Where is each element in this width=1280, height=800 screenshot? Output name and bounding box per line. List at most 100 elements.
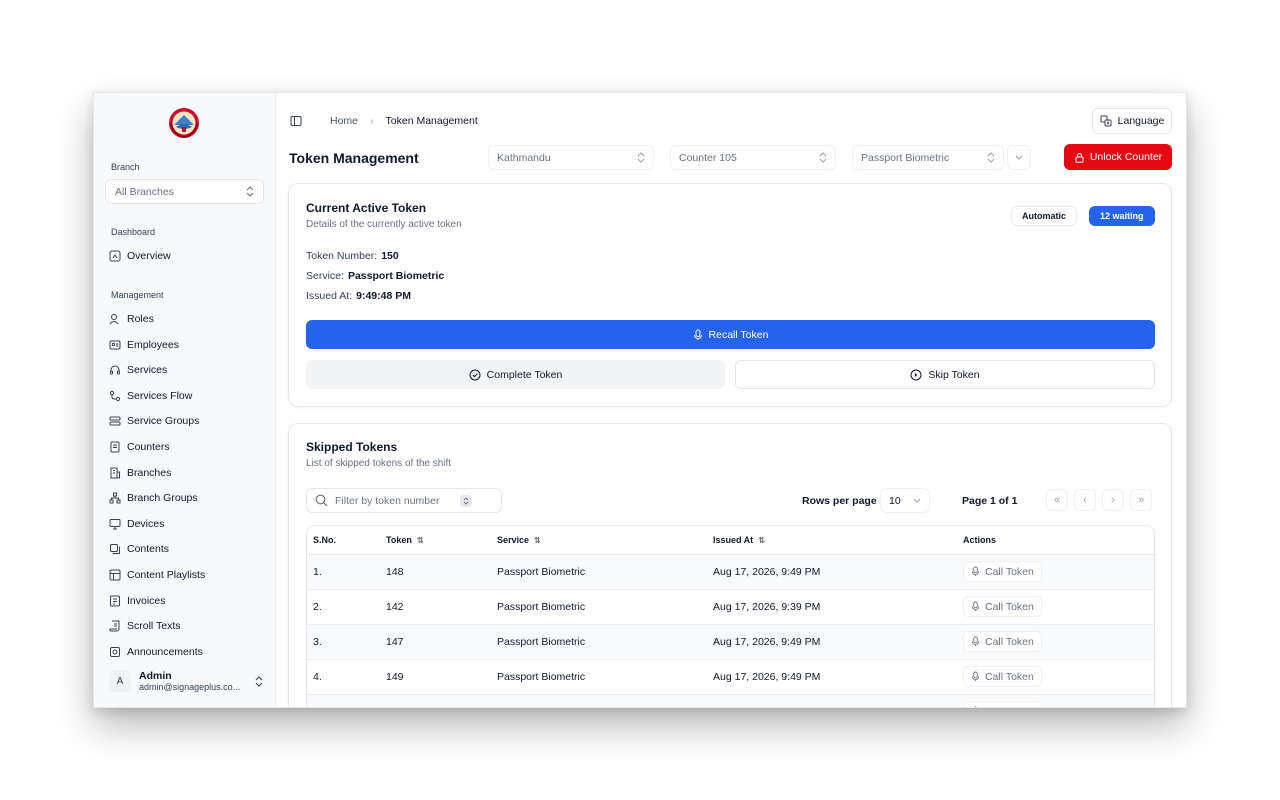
next-page-button[interactable]: › <box>1102 489 1124 511</box>
cell-token: 142 <box>380 589 491 625</box>
sidebar-item-announcements[interactable]: Announcements <box>109 644 203 660</box>
cell-issued: Aug 17, 2026, 9:49 PM <box>707 554 957 590</box>
column-header-issued[interactable]: Issued At ⇅ <box>707 526 957 555</box>
token-filter-input[interactable] <box>335 494 453 507</box>
column-header-service[interactable]: Service ⇅ <box>491 526 707 555</box>
skip-token-button[interactable]: Skip Token <box>735 360 1155 389</box>
last-page-button[interactable]: » <box>1130 489 1152 511</box>
chevrons-updown-icon <box>987 152 995 163</box>
branch-select[interactable]: All Branches <box>105 179 264 204</box>
call-token-label: Call Token <box>985 600 1034 613</box>
sidebar-item-invoices[interactable]: Invoices <box>109 593 166 609</box>
cell-sno: 3. <box>307 624 380 660</box>
language-button[interactable]: Language <box>1092 108 1172 134</box>
sidebar-item-scroll-texts[interactable]: Scroll Texts <box>109 618 181 634</box>
card-subtitle: Details of the currently active token <box>306 219 462 230</box>
management-label: Management <box>111 290 164 300</box>
counter-select[interactable]: Counter 105 <box>670 145 836 170</box>
sidebar-item-overview[interactable]: Overview <box>109 248 171 264</box>
sidebar-toggle-icon[interactable] <box>290 115 302 127</box>
recall-token-label: Recall Token <box>708 328 769 341</box>
table-row: 2. 142 Passport Biometric Aug 17, 2026, … <box>307 589 1154 625</box>
chevron-right-icon: › <box>370 115 374 127</box>
issued-value: 9:49:48 PM <box>356 290 411 302</box>
cell-service: Passport Biometric <box>491 694 707 707</box>
chevrons-updown-icon <box>246 186 254 197</box>
unlock-counter-button[interactable]: Unlock Counter <box>1064 144 1172 170</box>
cell-service: Passport Biometric <box>491 589 707 625</box>
sidebar-item-service-groups[interactable]: Service Groups <box>109 413 199 429</box>
chevron-down-icon <box>1015 155 1023 160</box>
sidebar-item-branches[interactable]: Branches <box>109 465 171 481</box>
service-select[interactable]: Passport Biometric <box>852 145 1004 170</box>
sidebar-item-services-flow[interactable]: Services Flow <box>109 388 192 404</box>
sort-icon[interactable]: ⇅ <box>758 536 765 545</box>
cell-token: 144 <box>380 694 491 707</box>
sort-icon[interactable]: ⇅ <box>417 536 424 545</box>
cell-service: Passport Biometric <box>491 624 707 660</box>
sidebar-item-services[interactable]: Services <box>109 362 167 378</box>
sidebar-item-roles[interactable]: Roles <box>109 311 154 327</box>
column-header-token[interactable]: Token ⇅ <box>380 526 491 555</box>
complete-token-button[interactable]: Complete Token <box>306 360 725 389</box>
cell-issued: Aug 17, 2026, 9:49 PM <box>707 659 957 695</box>
call-token-button[interactable]: Call Token <box>963 561 1042 582</box>
megaphone-icon <box>110 646 120 657</box>
card-title: Skipped Tokens <box>306 440 398 454</box>
sort-icon[interactable]: ⇅ <box>534 536 541 545</box>
call-token-button[interactable]: Call Token <box>963 701 1042 707</box>
first-page-button[interactable]: « <box>1046 489 1068 511</box>
issued-label: Issued At: <box>306 290 353 302</box>
cell-actions: Call Token <box>957 624 1154 660</box>
invoice-icon <box>110 595 120 607</box>
column-header-sno: S.No. <box>307 526 380 555</box>
sidebar-item-branch-groups[interactable]: Branch Groups <box>109 490 198 506</box>
service-dropdown-toggle[interactable] <box>1007 145 1031 170</box>
call-token-label: Call Token <box>985 635 1034 648</box>
sidebar-item-contents[interactable]: Contents <box>109 541 169 557</box>
sidebar-item-label: Service Groups <box>127 415 200 428</box>
table-row: 1. 148 Passport Biometric Aug 17, 2026, … <box>307 554 1154 590</box>
microphone-icon <box>971 636 980 646</box>
call-token-label: Call Token <box>985 565 1034 578</box>
sidebar-item-label: Devices <box>127 517 165 530</box>
mode-badge: Automatic <box>1011 206 1078 226</box>
sidebar-item-label: Branches <box>127 466 172 479</box>
chevrons-updown-icon <box>637 152 645 163</box>
id-card-icon <box>109 340 121 350</box>
avatar: A <box>109 670 131 692</box>
dashboard-label: Dashboard <box>111 227 156 237</box>
service-value: Passport Biometric <box>347 270 445 282</box>
sidebar-item-content-playlists[interactable]: Content Playlists <box>109 567 205 583</box>
sidebar-item-label: Roles <box>127 313 154 325</box>
microphone-icon <box>974 706 977 707</box>
cell-issued: Aug 17, 2026, 9:49 PM <box>707 624 957 660</box>
sidebar-item-label: Employees <box>127 338 179 351</box>
rows-per-page-select[interactable]: 10 <box>880 488 930 513</box>
sidebar-item-employees[interactable]: Employees <box>109 337 179 353</box>
skip-forward-icon <box>910 369 922 380</box>
breadcrumb: Home › Token Management <box>290 115 478 127</box>
sidebar-item-counters[interactable]: Counters <box>109 439 170 455</box>
breadcrumb-home-link[interactable]: Home <box>330 115 358 127</box>
chevron-right-icon: › <box>1111 494 1115 506</box>
column-header-actions: Actions <box>957 526 1154 555</box>
recall-token-button[interactable]: Recall Token <box>306 320 1155 349</box>
number-spinner-icon[interactable] <box>460 494 472 507</box>
unlock-counter-label: Unlock Counter <box>1089 151 1163 163</box>
call-token-label: Call Token <box>985 670 1034 683</box>
sidebar-item-devices[interactable]: Devices <box>109 516 164 532</box>
cell-token: 148 <box>380 554 491 590</box>
sidebar-item-label: Scroll Texts <box>127 620 181 633</box>
call-token-button[interactable]: Call Token <box>963 596 1042 617</box>
prev-page-button[interactable]: ‹ <box>1074 489 1096 511</box>
call-token-button[interactable]: Call Token <box>963 631 1042 652</box>
location-select[interactable]: Kathmandu <box>488 145 654 170</box>
token-filter-field[interactable] <box>306 488 502 513</box>
sidebar-item-label: Counters <box>127 441 170 453</box>
call-token-button[interactable]: Call Token <box>963 666 1042 687</box>
cell-sno: 1. <box>307 554 380 590</box>
user-menu[interactable]: A Admin admin@signageplus.co... <box>109 667 263 695</box>
network-icon <box>109 492 121 504</box>
sidebar-item-label: Invoices <box>127 594 166 607</box>
